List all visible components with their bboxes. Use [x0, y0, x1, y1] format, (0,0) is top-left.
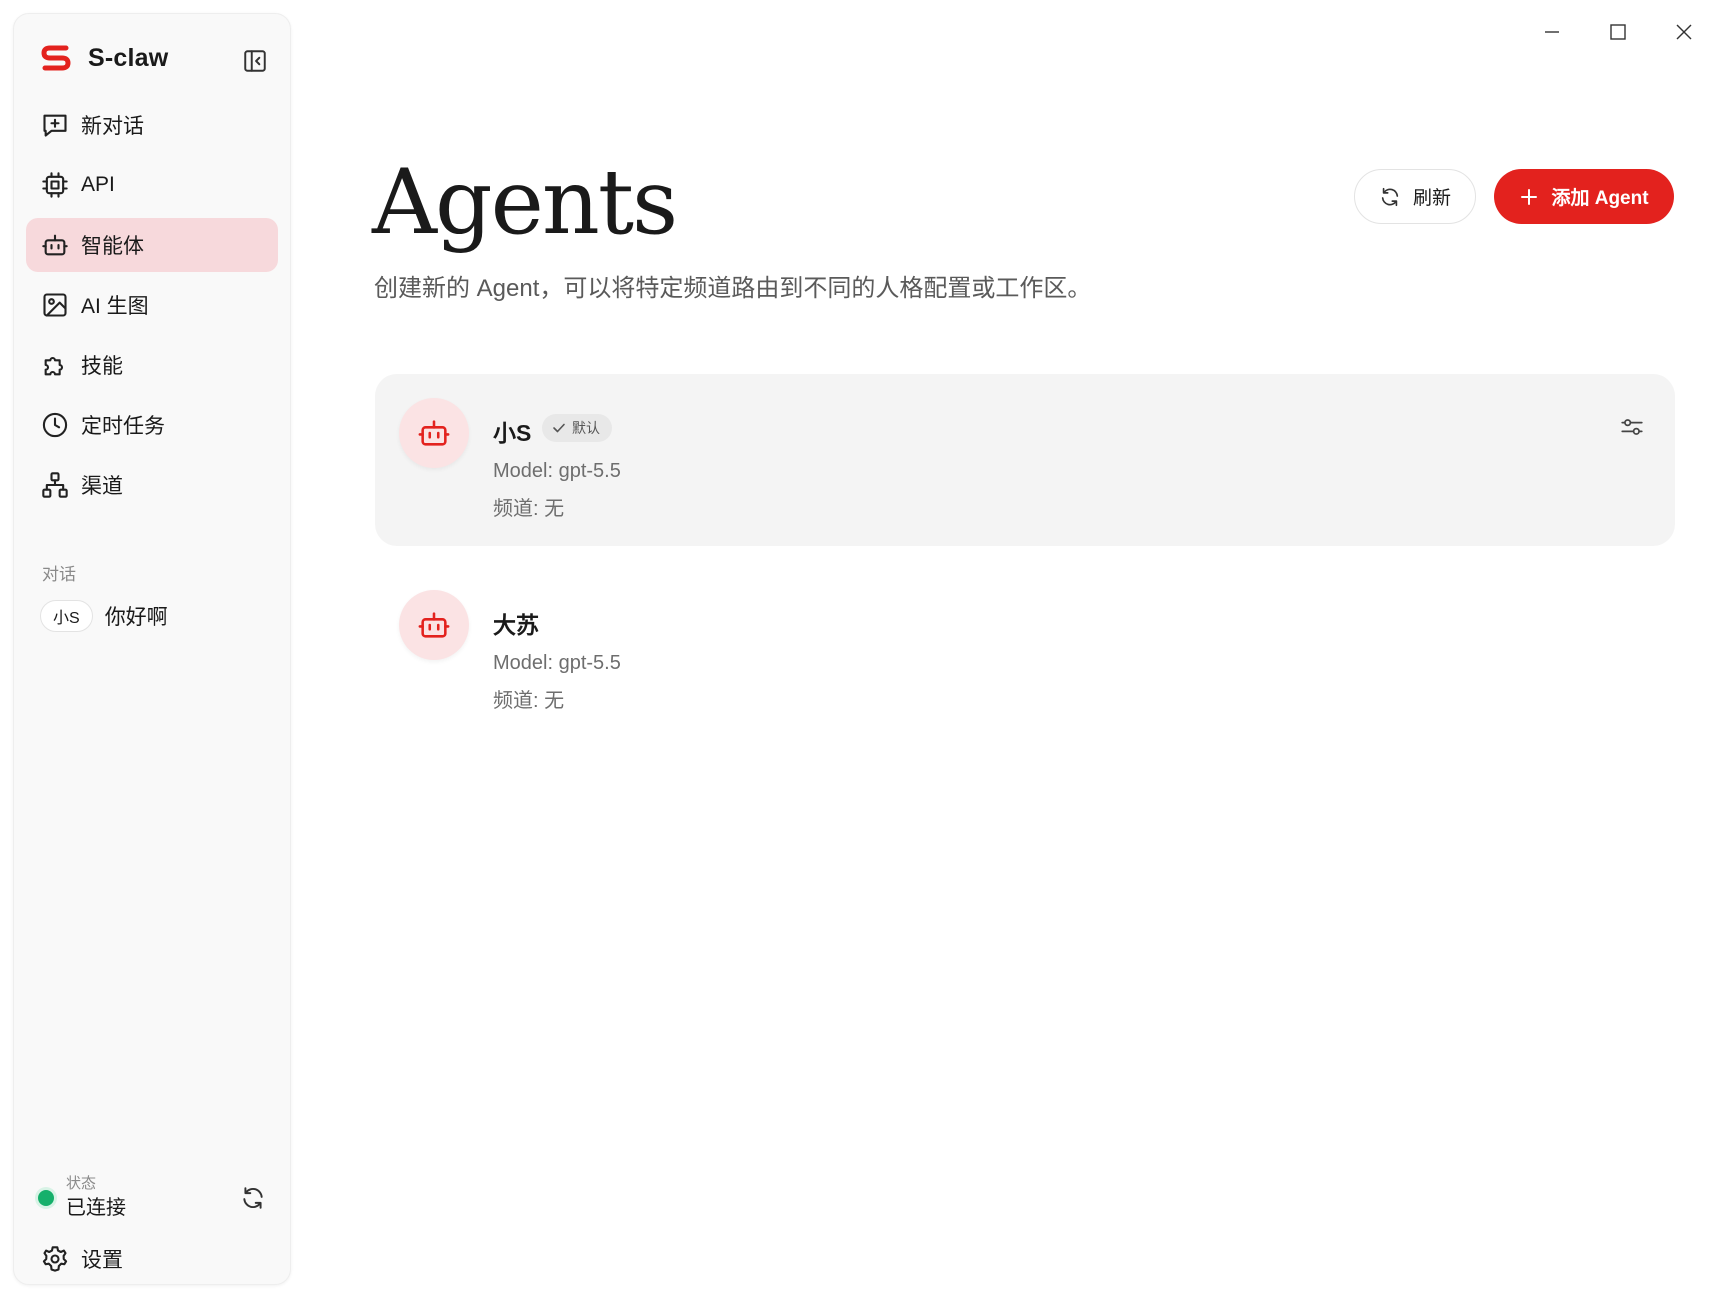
- default-badge-label: 默认: [572, 420, 600, 436]
- sidebar-item-skills[interactable]: 技能: [26, 338, 278, 392]
- gear-icon: [42, 1246, 68, 1272]
- status-indicator: [38, 1190, 54, 1206]
- agent-model: Model: gpt-5.5: [493, 460, 621, 482]
- refresh-icon: [1381, 187, 1399, 206]
- sidebar-item-scheduled-tasks[interactable]: 定时任务: [26, 398, 278, 452]
- agent-settings-icon[interactable]: [1619, 414, 1645, 440]
- connection-status: 状态 已连接: [38, 1172, 274, 1224]
- sidebar-item-label: API: [81, 173, 115, 196]
- sidebar-item-label: 定时任务: [81, 415, 165, 438]
- app-name: S-claw: [88, 43, 169, 72]
- sidebar-item-label: 智能体: [81, 235, 144, 258]
- plus-icon: [1521, 188, 1538, 205]
- sidebar-item-agents[interactable]: 智能体: [26, 218, 278, 272]
- puzzle-icon: [44, 356, 64, 376]
- agent-channel: 频道: 无: [493, 690, 565, 712]
- close-icon: [1676, 24, 1692, 40]
- agent-name: 大苏: [493, 612, 539, 638]
- agent-model: Model: gpt-5.5: [493, 652, 621, 674]
- robot-icon: [42, 234, 68, 256]
- sidebar-item-label: 渠道: [81, 475, 123, 498]
- status-label: 状态: [66, 1175, 97, 1192]
- clock-icon: [42, 412, 68, 438]
- minimize-icon: [1545, 31, 1559, 33]
- add-agent-label: 添加 Agent: [1551, 188, 1649, 209]
- s-claw-logo-icon: [41, 45, 71, 71]
- new-chat-icon: [43, 114, 67, 137]
- agent-channel: 频道: 无: [493, 498, 565, 520]
- check-icon: [553, 423, 565, 433]
- sidebar-nav: 新对话 API 智能体 AI 生图 技能 定时任务 渠道: [26, 98, 278, 518]
- page-description: 创建新的 Agent，可以将特定频道路由到不同的人格配置或工作区。: [374, 275, 1092, 302]
- sidebar-item-label: AI 生图: [81, 295, 149, 318]
- conversations-section-label: 对话: [42, 565, 76, 584]
- collapse-sidebar-icon[interactable]: [242, 48, 268, 74]
- brand: S-claw: [40, 36, 168, 80]
- sidebar-item-channels[interactable]: 渠道: [26, 458, 278, 512]
- robot-icon: [418, 420, 450, 446]
- maximize-button[interactable]: [1585, 14, 1651, 50]
- agent-card[interactable]: 小S 默认 Model: gpt-5.5 频道: 无: [375, 374, 1675, 546]
- default-badge: 默认: [542, 414, 612, 442]
- refresh-button[interactable]: 刷新: [1354, 169, 1476, 224]
- add-agent-button[interactable]: 添加 Agent: [1494, 169, 1674, 224]
- conversation-agent-badge: 小S: [40, 600, 93, 632]
- sidebar-item-label: 技能: [81, 355, 123, 378]
- agent-card[interactable]: 大苏 Model: gpt-5.5 频道: 无: [375, 566, 1675, 738]
- sidebar-item-api[interactable]: API: [26, 158, 278, 212]
- maximize-icon: [1610, 24, 1626, 40]
- chip-icon: [42, 172, 68, 198]
- conversation-item[interactable]: 小S 你好啊: [40, 600, 168, 632]
- image-icon: [43, 293, 67, 317]
- sitemap-icon: [42, 472, 68, 498]
- settings-button[interactable]: 设置: [41, 1244, 123, 1274]
- sidebar-item-label: 新对话: [81, 115, 144, 138]
- sidebar: S-claw 新对话 API 智能体 AI 生图 技能 定时任务 渠道 对话 小…: [13, 13, 291, 1285]
- agent-avatar: [399, 590, 469, 660]
- minimize-button[interactable]: [1519, 14, 1585, 50]
- conversation-title: 你好啊: [104, 606, 168, 629]
- status-value: 已连接: [66, 1197, 126, 1219]
- settings-label: 设置: [81, 1249, 123, 1272]
- refresh-label: 刷新: [1412, 188, 1451, 209]
- agent-name: 小S: [493, 420, 532, 446]
- refresh-status-icon[interactable]: [240, 1185, 266, 1211]
- sidebar-item-new-chat[interactable]: 新对话: [26, 98, 278, 152]
- close-button[interactable]: [1651, 14, 1717, 50]
- sidebar-item-ai-image[interactable]: AI 生图: [26, 278, 278, 332]
- window-controls: [1519, 14, 1717, 50]
- robot-icon: [418, 612, 450, 638]
- page-title: Agents: [372, 150, 678, 255]
- agent-avatar: [399, 398, 469, 468]
